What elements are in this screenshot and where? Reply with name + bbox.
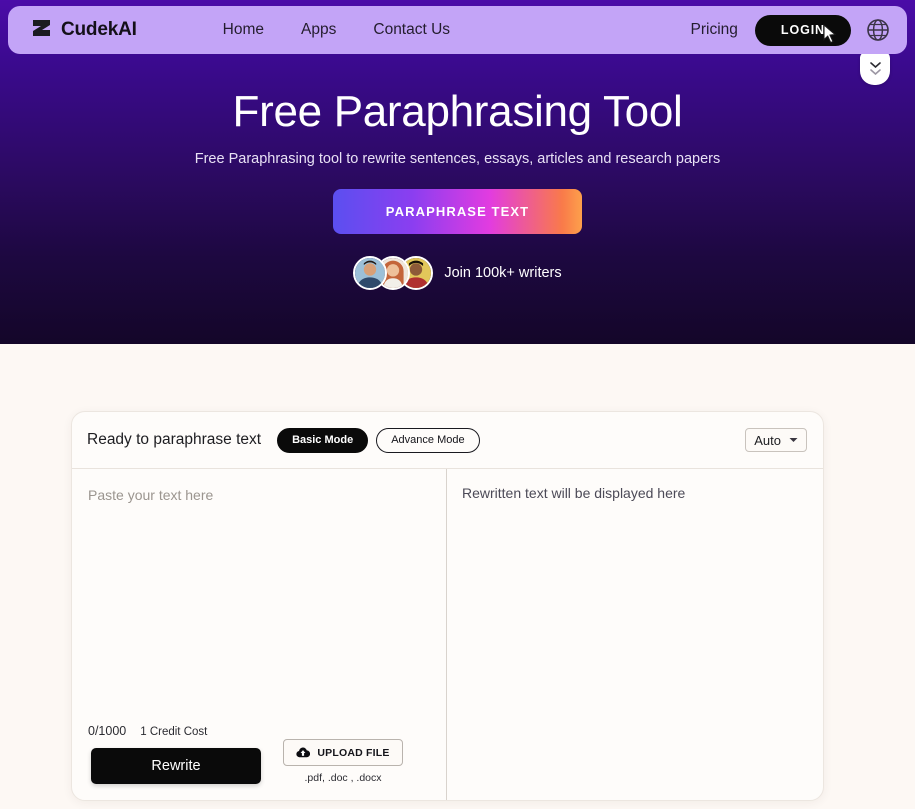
hero-subtitle: Free Paraphrasing tool to rewrite senten… (194, 151, 721, 167)
mode-basic-button[interactable]: Basic Mode (277, 427, 369, 453)
brand-name: CudekAI (61, 19, 137, 40)
mode-advance-button[interactable]: Advance Mode (376, 427, 480, 453)
collapse-toggle-button[interactable] (860, 52, 890, 85)
card-title: Ready to paraphrase text (87, 431, 262, 448)
chevron-down-icon (869, 69, 881, 75)
brand-logo[interactable]: CudekAI (31, 19, 137, 42)
chevron-down-icon (869, 62, 881, 68)
chevron-down-icon (789, 438, 798, 442)
credit-cost-label: 1 Credit Cost (140, 726, 208, 738)
accepted-file-types: .pdf, .doc , .docx (304, 772, 382, 784)
nav-right-group: Pricing LOGIN (691, 14, 891, 46)
nav-link-apps[interactable]: Apps (301, 21, 336, 39)
upload-file-button[interactable]: UPLOAD FILE (283, 739, 403, 766)
language-select-value: Auto (754, 432, 781, 448)
globe-icon[interactable] (865, 17, 891, 43)
upload-file-label: UPLOAD FILE (317, 746, 390, 759)
cloud-upload-icon (296, 747, 311, 758)
avatar-group (353, 256, 434, 290)
character-counter: 0/1000 (88, 724, 127, 738)
input-pane[interactable]: Paste your text here 0/1000 1 Credit Cos… (72, 469, 447, 800)
output-pane[interactable]: Rewritten text will be displayed here (447, 469, 823, 800)
page-title: Free Paraphrasing Tool (232, 87, 683, 136)
nav-link-home[interactable]: Home (223, 21, 264, 39)
upload-group: UPLOAD FILE .pdf, .doc , .docx (283, 739, 403, 784)
rewrite-button[interactable]: Rewrite (91, 748, 261, 784)
login-button[interactable]: LOGIN (754, 14, 851, 46)
mode-toggle-group: Basic Mode Advance Mode (277, 427, 480, 453)
input-meta-row: 0/1000 1 Credit Cost (88, 724, 207, 738)
language-select[interactable]: Auto (745, 428, 807, 452)
output-placeholder: Rewritten text will be displayed here (462, 485, 686, 501)
top-navbar: CudekAI Home Apps Contact Us Pricing LOG… (8, 6, 907, 54)
nav-link-pricing[interactable]: Pricing (691, 21, 738, 39)
paraphrase-card: Ready to paraphrase text Basic Mode Adva… (71, 411, 824, 801)
nav-link-contact-us[interactable]: Contact Us (373, 21, 450, 39)
social-proof-label: Join 100k+ writers (444, 265, 562, 281)
input-placeholder: Paste your text here (88, 487, 214, 503)
card-header: Ready to paraphrase text Basic Mode Adva… (72, 412, 823, 469)
z-logo-icon (33, 19, 50, 36)
nav-links: Home Apps Contact Us (223, 21, 450, 39)
paraphrase-text-button[interactable]: PARAPHRASE TEXT (333, 189, 582, 234)
social-proof: Join 100k+ writers (0, 256, 915, 290)
editor-panes: Paste your text here 0/1000 1 Credit Cos… (72, 469, 823, 800)
